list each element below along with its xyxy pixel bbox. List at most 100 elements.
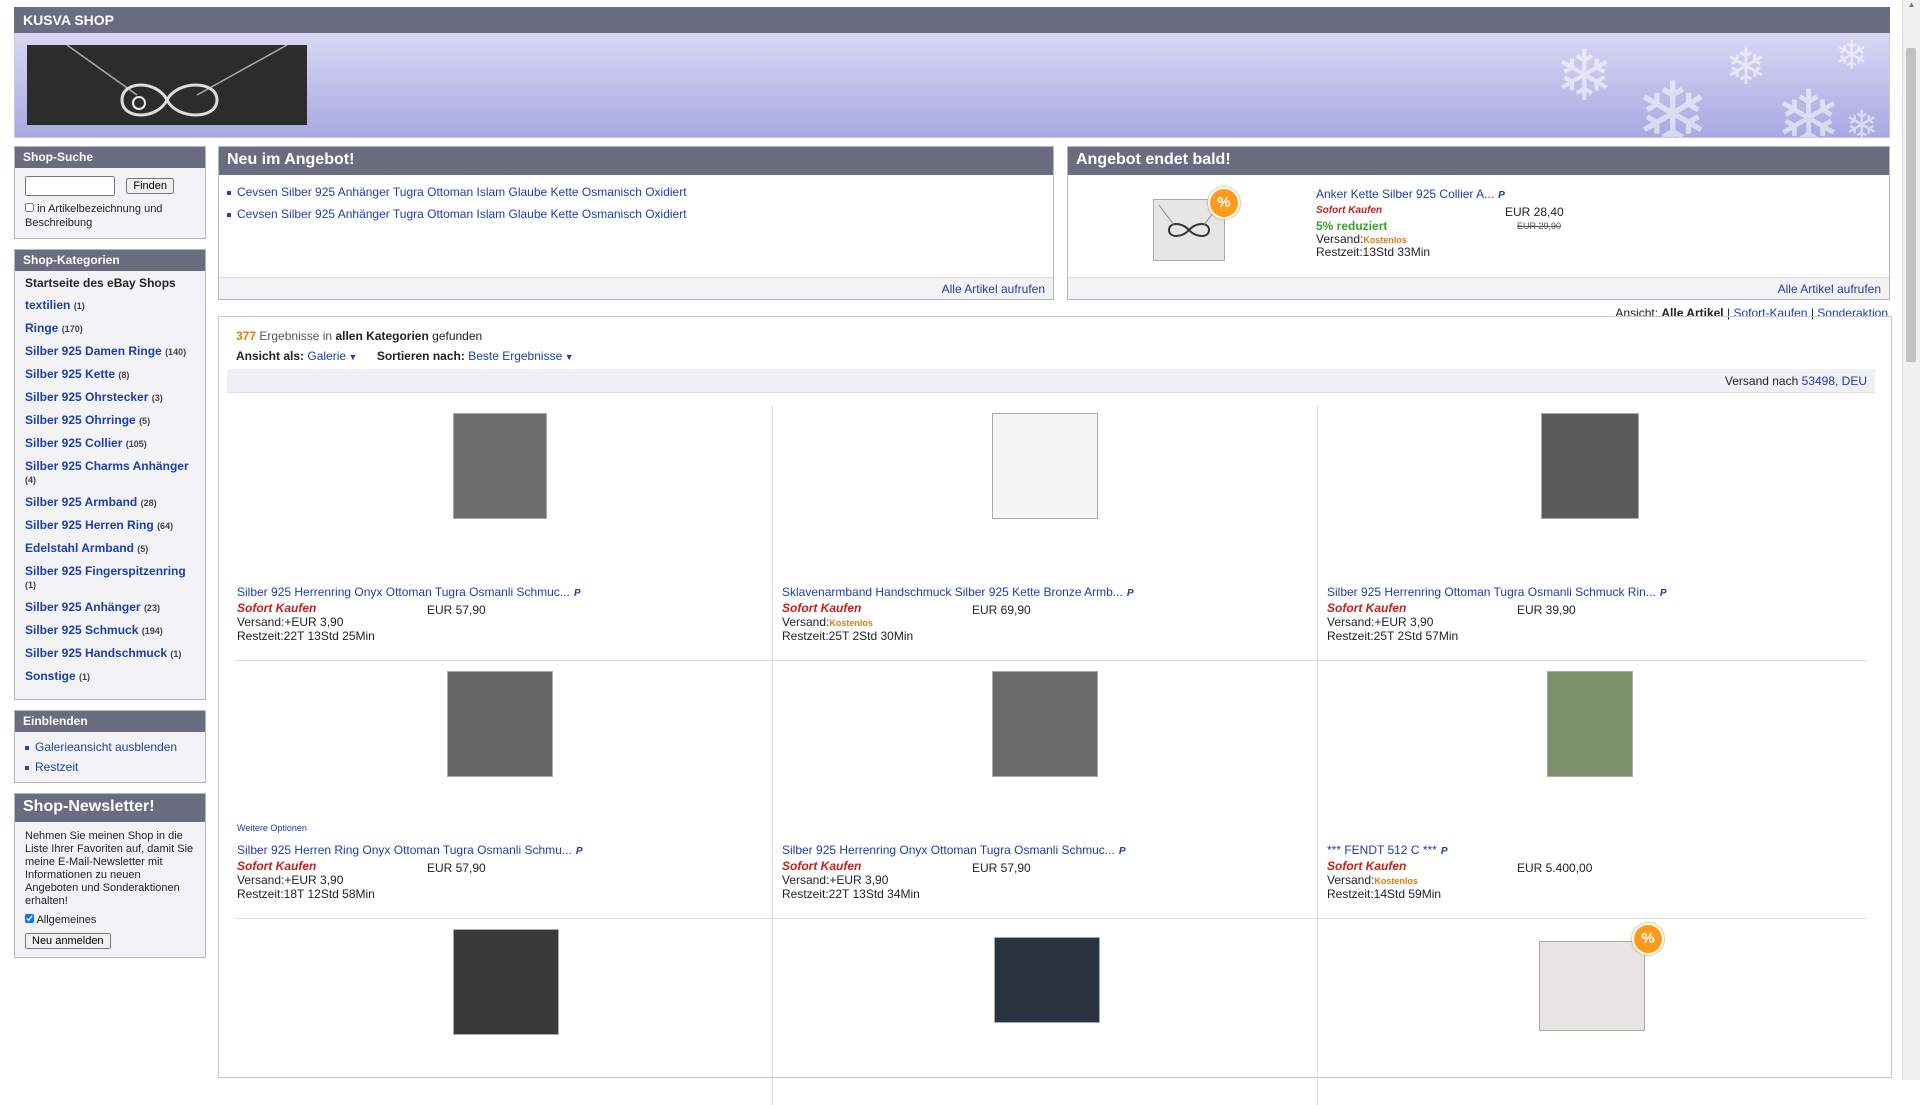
item-title-link[interactable]: Silber 925 Herrenring Onyx Ottoman Tugra… <box>782 843 1115 857</box>
category-label[interactable]: textilien <box>25 298 70 312</box>
item-image[interactable] <box>453 929 559 1035</box>
find-button[interactable]: Finden <box>126 178 174 194</box>
scroll-up-icon[interactable]: ▲ <box>1903 0 1920 9</box>
more-options-link[interactable]: Weitere Optionen <box>237 823 307 833</box>
shop-logo[interactable] <box>27 44 307 125</box>
category-link[interactable]: Silber 925 Fingerspitzenring (1) <box>25 565 195 592</box>
item-image[interactable] <box>992 671 1098 777</box>
chevron-down-icon: ▼ <box>346 352 358 362</box>
item-image[interactable] <box>1541 413 1639 519</box>
search-description-checkbox[interactable] <box>25 203 34 212</box>
paypal-icon: P <box>1498 190 1505 201</box>
item-title-link[interactable]: Silber 925 Herren Ring Onyx Ottoman Tugr… <box>237 843 572 857</box>
restzeit-link[interactable]: Restzeit <box>35 760 78 774</box>
item-price: EUR 57,90 <box>427 603 486 617</box>
item-card: Sklavenarmband Handschmuck Silber 925 Ke… <box>772 405 1317 660</box>
item-image[interactable] <box>1547 671 1633 777</box>
category-label[interactable]: Silber 925 Schmuck <box>25 623 138 637</box>
discount-badge-icon: % <box>1208 187 1240 219</box>
new-items-header: Neu im Angebot! <box>219 147 1053 175</box>
category-home-link[interactable]: Startseite des eBay Shops <box>25 277 195 290</box>
subscribe-button[interactable]: Neu anmelden <box>25 933 111 949</box>
item-title-link[interactable]: Sklavenarmband Handschmuck Silber 925 Ke… <box>782 585 1123 599</box>
item-versand-free: Kostenlos <box>829 618 873 628</box>
sort-dropdown[interactable]: Beste Ergebnisse <box>468 349 562 363</box>
category-link[interactable]: Sonstige (1) <box>25 670 195 684</box>
category-count: (8) <box>118 370 130 380</box>
item-versand-free: Kostenlos <box>1374 876 1418 886</box>
category-label[interactable]: Sonstige <box>25 669 76 683</box>
item-versand: Versand:+EUR 3,90 <box>782 873 889 887</box>
category-label[interactable]: Silber 925 Collier <box>25 436 122 450</box>
category-label[interactable]: Silber 925 Ohrringe <box>25 413 136 427</box>
ending-item-title[interactable]: Anker Kette Silber 925 Collier A... <box>1316 187 1494 201</box>
shipping-location-link[interactable]: 53498, DEU <box>1802 374 1867 388</box>
category-label[interactable]: Silber 925 Charms Anhänger <box>25 459 189 473</box>
category-link[interactable]: Silber 925 Damen Ringe (140) <box>25 345 195 359</box>
chevron-down-icon: ▼ <box>562 352 574 362</box>
category-link[interactable]: Silber 925 Kette (8) <box>25 368 195 382</box>
sort-label: Sortieren nach: <box>376 349 465 363</box>
hide-gallery-link[interactable]: Galerieansicht ausblenden <box>35 740 177 754</box>
category-link[interactable]: Silber 925 Ohrstecker (3) <box>25 391 195 405</box>
category-link[interactable]: Silber 925 Ohrringe (5) <box>25 414 195 428</box>
item-price: EUR 39,90 <box>1517 603 1576 617</box>
item-image[interactable] <box>1539 941 1645 1031</box>
results-count: 377 <box>236 329 257 343</box>
category-link[interactable]: Silber 925 Anhänger (23) <box>25 601 195 615</box>
category-label[interactable]: Silber 925 Herren Ring <box>25 518 154 532</box>
category-count: (140) <box>165 347 187 357</box>
category-label[interactable]: Silber 925 Damen Ringe <box>25 344 162 358</box>
category-label[interactable]: Edelstahl Armband <box>25 541 134 555</box>
category-link[interactable]: textilien (1) <box>25 299 195 313</box>
item-image[interactable] <box>447 671 553 777</box>
shop-search-header: Shop-Suche <box>15 147 205 168</box>
item-title-link[interactable]: *** FENDT 512 C *** <box>1327 843 1437 857</box>
necklace-logo-icon <box>66 44 288 117</box>
category-label[interactable]: Ringe <box>25 321 58 335</box>
category-link[interactable]: Silber 925 Charms Anhänger (4) <box>25 460 195 487</box>
item-title-link[interactable]: Silber 925 Herrenring Onyx Ottoman Tugra… <box>237 585 570 599</box>
new-items-all-link[interactable]: Alle Artikel aufrufen <box>942 282 1045 296</box>
newsletter-general-checkbox[interactable] <box>25 914 34 923</box>
ending-item-discount: 5% reduziert <box>1316 219 1388 233</box>
item-image[interactable] <box>453 413 547 519</box>
category-label[interactable]: Silber 925 Anhänger <box>25 600 141 614</box>
item-image[interactable] <box>994 937 1100 1023</box>
category-count: (1) <box>25 580 36 590</box>
category-label[interactable]: Silber 925 Ohrstecker <box>25 390 148 404</box>
category-label[interactable]: Silber 925 Handschmuck <box>25 646 167 660</box>
item-price: EUR 69,90 <box>972 603 1031 617</box>
item-title-link[interactable]: Silber 925 Herrenring Ottoman Tugra Osma… <box>1327 585 1656 599</box>
einblenden-box: Einblenden Galerieansicht ausblenden Res… <box>14 710 206 783</box>
new-item-link[interactable]: Cevsen Silber 925 Anhänger Tugra Ottoman… <box>237 185 687 199</box>
item-versand: Versand: <box>782 615 830 629</box>
item-card: Weitere Optionen Silber 925 Herren Ring O… <box>227 663 772 918</box>
new-item-link[interactable]: Cevsen Silber 925 Anhänger Tugra Ottoman… <box>237 207 687 221</box>
scrollbar-thumb[interactable] <box>1906 48 1916 362</box>
shop-search-box: Shop-Suche Finden in Artikelbezeichnung … <box>14 146 206 239</box>
item-card: Silber 925 Herrenring Ottoman Tugra Osma… <box>1317 405 1862 660</box>
new-items-panel: Neu im Angebot! Cevsen Silber 925 Anhäng… <box>218 146 1054 300</box>
shop-search-input[interactable] <box>25 176 115 196</box>
view-as-label: Ansicht als: <box>236 349 305 363</box>
snowflake-icon: ❄ <box>1845 104 1879 138</box>
category-link[interactable]: Edelstahl Armband (5) <box>25 542 195 556</box>
category-link[interactable]: Ringe (170) <box>25 322 195 336</box>
category-link[interactable]: Silber 925 Herren Ring (64) <box>25 519 195 533</box>
category-label[interactable]: Silber 925 Fingerspitzenring <box>25 564 186 578</box>
view-as-dropdown[interactable]: Galerie <box>307 349 346 363</box>
category-label[interactable]: Silber 925 Kette <box>25 367 115 381</box>
category-link[interactable]: Silber 925 Handschmuck (1) <box>25 647 195 661</box>
item-price: EUR 57,90 <box>972 861 1031 875</box>
ending-all-link[interactable]: Alle Artikel aufrufen <box>1778 282 1881 296</box>
shipping-bar: Versand nach 53498, DEU <box>227 369 1875 393</box>
results-category: allen Kategorien <box>335 329 429 343</box>
item-image[interactable] <box>992 413 1098 519</box>
category-link[interactable]: Silber 925 Schmuck (194) <box>25 624 195 638</box>
category-link[interactable]: Silber 925 Armband (28) <box>25 496 195 510</box>
category-link[interactable]: Silber 925 Collier (105) <box>25 437 195 451</box>
category-label[interactable]: Silber 925 Armband <box>25 495 137 509</box>
discount-badge-icon: % <box>1632 923 1664 955</box>
page-scrollbar[interactable]: ▲ <box>1902 0 1920 1080</box>
